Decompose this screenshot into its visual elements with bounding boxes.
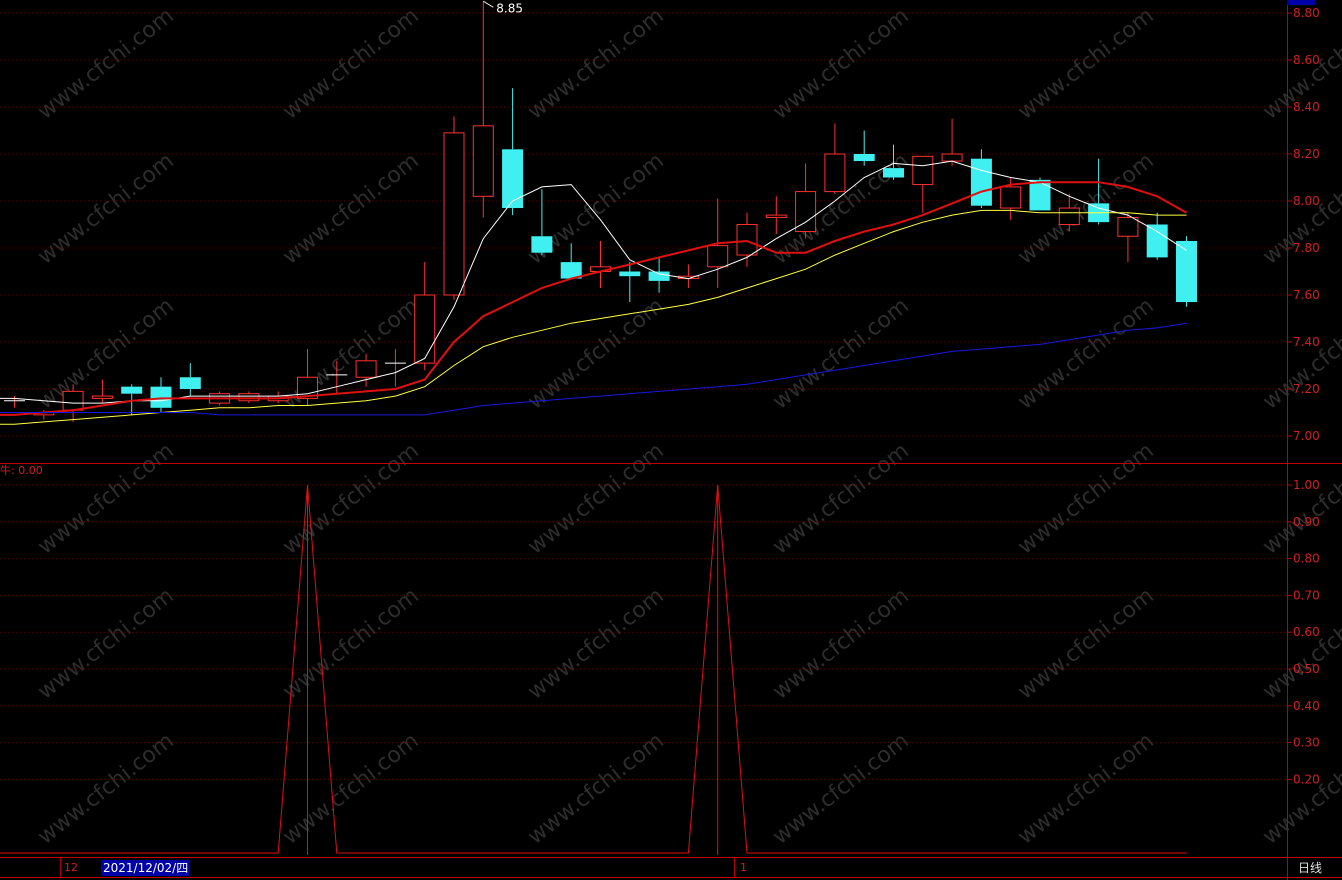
candle-body-up	[1117, 216, 1139, 237]
indicator-tick-label: 0.40	[1293, 699, 1320, 713]
period-label[interactable]: 日线	[1298, 860, 1322, 876]
indicator-tick-label: 0.20	[1293, 772, 1320, 786]
high-annotation-pointer	[483, 0, 494, 8]
candle-body-up	[62, 390, 84, 411]
candle-body-down	[1029, 179, 1051, 211]
top-right-marker	[1287, 0, 1315, 5]
candle-body-up	[1000, 186, 1022, 209]
candle-body-up	[736, 224, 758, 256]
candle-body-down	[853, 154, 875, 162]
candle-body-down	[179, 377, 201, 389]
watermark-text: www.cfchi.com	[768, 583, 913, 704]
watermark-text: www.cfchi.com	[278, 438, 423, 559]
candle-body-down	[502, 149, 524, 209]
cursor-date-label: 2021/12/02/四	[101, 860, 191, 876]
price-tick-label: 8.20	[1293, 147, 1320, 161]
candle-body-down	[619, 271, 641, 277]
candle-body-up	[912, 155, 934, 186]
price-tick-label: 7.60	[1293, 288, 1320, 302]
watermark-text: www.cfchi.com	[768, 438, 913, 559]
price-tick-label: 7.20	[1293, 382, 1320, 396]
watermark-text: www.cfchi.com	[1013, 438, 1158, 559]
watermark-text: www.cfchi.com	[278, 148, 423, 269]
watermark-text: www.cfchi.com	[1258, 438, 1342, 559]
watermark-text: www.cfchi.com	[523, 3, 668, 124]
price-tick-label: 8.40	[1293, 100, 1320, 114]
watermark-layer: www.cfchi.com www.cfchi.com www.cfchi.com w…	[33, 3, 1342, 849]
high-annotation-label: 8.85	[496, 1, 523, 15]
candle-body-down	[970, 158, 992, 206]
indicator-tick-label: 0.50	[1293, 662, 1320, 676]
watermark-text: www.cfchi.com	[33, 438, 178, 559]
watermark-text: www.cfchi.com	[33, 728, 178, 849]
candle-body-up	[472, 125, 494, 197]
watermark-text: www.cfchi.com	[768, 293, 913, 414]
candle-body-down	[648, 271, 670, 281]
price-tick-label: 8.80	[1293, 6, 1320, 20]
candle-body-down	[1146, 224, 1168, 258]
indicator-tick-label: 0.70	[1293, 588, 1320, 602]
candle-body-up	[824, 153, 846, 193]
x-label-month-1: 1	[740, 861, 747, 874]
price-tick-label: 8.60	[1293, 53, 1320, 67]
candle-body-up	[238, 393, 260, 402]
watermark-text: www.cfchi.com	[523, 728, 668, 849]
indicator-tick-label: 0.30	[1293, 736, 1320, 750]
watermark-text: www.cfchi.com	[33, 583, 178, 704]
watermark-text: www.cfchi.com	[768, 728, 913, 849]
indicator-title: 牛: 0.00	[0, 464, 43, 477]
candle-body-down	[121, 386, 143, 394]
candle-body-up	[1058, 207, 1080, 226]
x-label-month-12: 12	[64, 861, 78, 874]
watermark-text: www.cfchi.com	[33, 148, 178, 269]
indicator-tick-label: 0.60	[1293, 625, 1320, 639]
candle-body-up	[941, 153, 963, 162]
watermark-text: www.cfchi.com	[1013, 293, 1158, 414]
watermark-text: www.cfchi.com	[1258, 293, 1342, 414]
candle-body-up	[765, 214, 787, 218]
price-tick-label: 7.00	[1293, 429, 1320, 443]
watermark-text: www.cfchi.com	[523, 438, 668, 559]
price-tick-label: 7.80	[1293, 241, 1320, 255]
candle-body-up	[707, 245, 729, 268]
watermark-text: www.cfchi.com	[278, 583, 423, 704]
watermark-text: www.cfchi.com	[1013, 583, 1158, 704]
price-tick-label: 8.00	[1293, 194, 1320, 208]
watermark-text: www.cfchi.com	[1013, 728, 1158, 849]
candle-body-down	[150, 386, 172, 408]
watermark-text: www.cfchi.com	[278, 728, 423, 849]
candle-body-down	[531, 236, 553, 253]
watermark-text: www.cfchi.com	[523, 583, 668, 704]
candle-body-up	[355, 360, 377, 378]
indicator-tick-label: 0.80	[1293, 552, 1320, 566]
candle-body-up	[443, 132, 465, 296]
price-tick-label: 7.40	[1293, 335, 1320, 349]
candle-body-up	[414, 294, 436, 364]
moving-average-line	[0, 209, 1187, 425]
chart-canvas: www.cfchi.com www.cfchi.com www.cfchi.com w…	[0, 0, 1342, 880]
indicator-tick-label: 0.90	[1293, 515, 1320, 529]
candle-body-up	[91, 395, 113, 399]
candle-body-down	[883, 168, 904, 178]
indicator-tick-label: 1.00	[1293, 478, 1320, 492]
